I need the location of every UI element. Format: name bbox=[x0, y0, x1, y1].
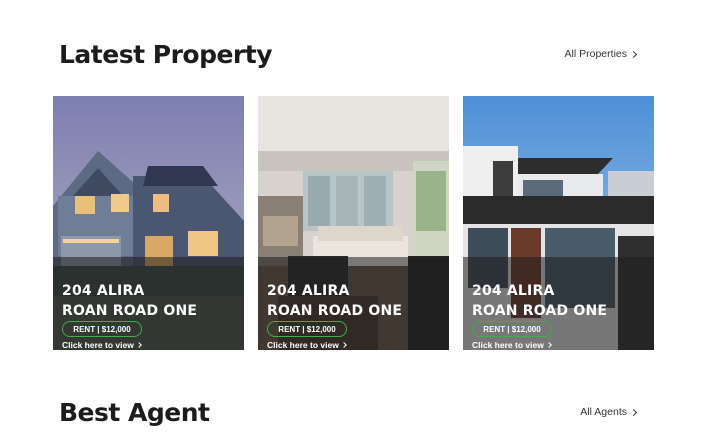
price-badge: RENT | $12,000 bbox=[267, 321, 347, 337]
chevron-right-icon bbox=[629, 50, 638, 58]
click-to-view-link[interactable]: Click here to view bbox=[62, 340, 142, 350]
section-title-latest-property: Latest Property bbox=[59, 39, 273, 69]
property-card[interactable]: 204 ALIRA ROAN ROAD ONE RENT | $12,000 C… bbox=[53, 96, 244, 350]
click-to-view-link[interactable]: Click here to view bbox=[472, 340, 552, 350]
chevron-right-icon bbox=[545, 342, 552, 348]
section-title-best-agent: Best Agent bbox=[59, 397, 210, 427]
chevron-right-icon bbox=[135, 342, 142, 348]
click-to-view-label: Click here to view bbox=[62, 340, 134, 350]
property-cards: 204 ALIRA ROAN ROAD ONE RENT | $12,000 C… bbox=[53, 96, 654, 350]
property-card[interactable]: 204 ALIRA ROAN ROAD ONE RENT | $12,000 C… bbox=[463, 96, 654, 350]
price-badge: RENT | $12,000 bbox=[62, 321, 142, 337]
all-properties-link[interactable]: All Properties bbox=[564, 48, 638, 60]
address-line-1: 204 ALIRA bbox=[62, 283, 145, 299]
property-address: 204 ALIRA ROAN ROAD ONE bbox=[472, 281, 607, 321]
click-to-view-link[interactable]: Click here to view bbox=[267, 340, 347, 350]
all-agents-link[interactable]: All Agents bbox=[580, 406, 638, 418]
address-line-1: 204 ALIRA bbox=[267, 283, 350, 299]
latest-property-header: Latest Property All Properties bbox=[59, 36, 638, 72]
property-card[interactable]: 204 ALIRA ROAN ROAD ONE RENT | $12,000 C… bbox=[258, 96, 449, 350]
price-badge: RENT | $12,000 bbox=[472, 321, 552, 337]
click-to-view-label: Click here to view bbox=[267, 340, 339, 350]
all-properties-label: All Properties bbox=[564, 48, 627, 60]
property-address: 204 ALIRA ROAN ROAD ONE bbox=[62, 281, 197, 321]
address-line-2: ROAN ROAD ONE bbox=[62, 303, 198, 319]
all-agents-label: All Agents bbox=[580, 406, 627, 418]
address-line-2: ROAN ROAD ONE bbox=[472, 303, 608, 319]
property-address: 204 ALIRA ROAN ROAD ONE bbox=[267, 281, 402, 321]
best-agent-header: Best Agent All Agents bbox=[59, 396, 638, 428]
address-line-1: 204 ALIRA bbox=[472, 283, 555, 299]
address-line-2: ROAN ROAD ONE bbox=[267, 303, 403, 319]
chevron-right-icon bbox=[340, 342, 347, 348]
click-to-view-label: Click here to view bbox=[472, 340, 544, 350]
chevron-right-icon bbox=[629, 408, 638, 416]
